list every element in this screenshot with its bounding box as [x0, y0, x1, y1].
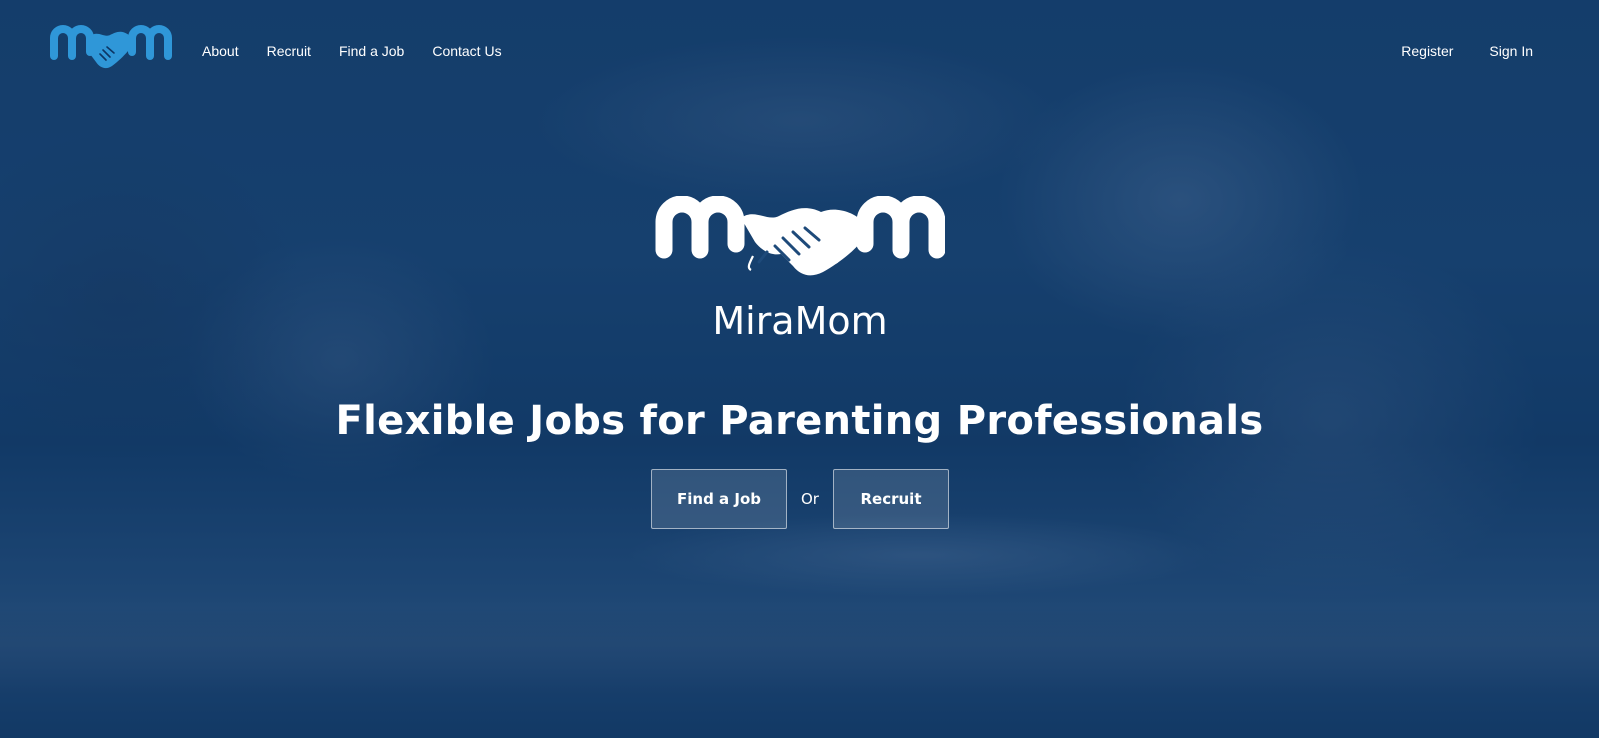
register-link[interactable]: Register [1365, 38, 1453, 64]
recruit-button[interactable]: Recruit [833, 469, 949, 529]
account-nav: Register Sign In [1365, 38, 1533, 64]
hero-cta-row: Find a Job Or Recruit [651, 469, 949, 529]
or-separator: Or [801, 490, 819, 508]
hero-brand-name: MiraMom [712, 299, 887, 343]
nav-link-recruit[interactable]: Recruit [253, 38, 325, 64]
mom-handshake-logo-icon [50, 25, 172, 69]
hero-title: Flexible Jobs for Parenting Professional… [335, 398, 1264, 444]
nav-link-about[interactable]: About [188, 38, 253, 64]
top-navbar: About Recruit Find a Job Contact Us Regi… [0, 0, 1599, 98]
main-nav: About Recruit Find a Job Contact Us [188, 38, 516, 64]
sign-in-link[interactable]: Sign In [1453, 38, 1533, 64]
hero-logo: MiraMom [655, 195, 946, 348]
nav-link-contact-us[interactable]: Contact Us [418, 38, 515, 64]
find-a-job-button[interactable]: Find a Job [651, 469, 787, 529]
nav-link-find-a-job[interactable]: Find a Job [325, 38, 418, 64]
mom-handshake-logo-icon: MiraMom [655, 195, 946, 343]
hero-overlay [0, 0, 1599, 738]
nav-logo[interactable] [50, 24, 172, 74]
